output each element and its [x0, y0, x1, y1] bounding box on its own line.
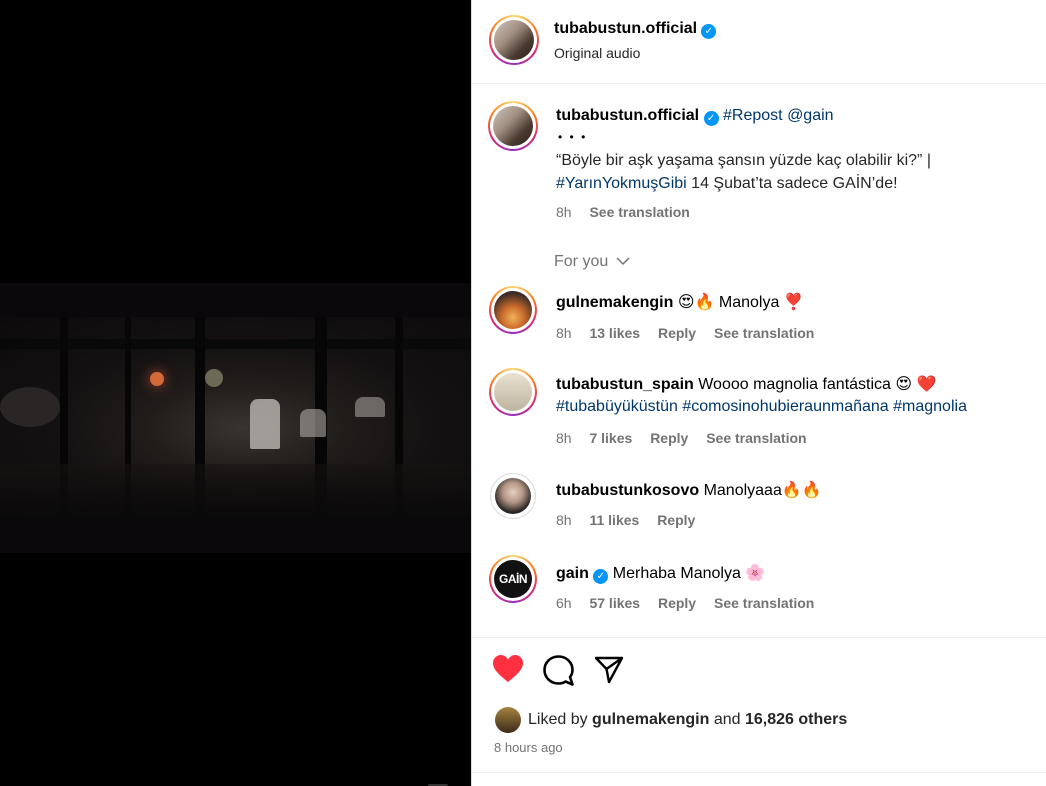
- video-player[interactable]: [0, 0, 471, 786]
- comment-text: Manolyaaa🔥🔥: [703, 482, 822, 499]
- liked-by-user[interactable]: gulnemakengin: [592, 711, 709, 728]
- heart-icon[interactable]: [492, 654, 524, 684]
- caption-dots: • • •: [558, 130, 588, 144]
- caption-avatar[interactable]: [488, 101, 538, 151]
- comment-text: Merhaba Manolya 🌸: [612, 565, 766, 582]
- verified-icon: ✓: [703, 111, 719, 126]
- video-frame: [0, 317, 471, 519]
- comment-time[interactable]: 8h: [556, 512, 572, 528]
- comment-likes[interactable]: 57 likes: [589, 595, 640, 611]
- caption-time[interactable]: 8h: [556, 204, 572, 220]
- caption-line-2: 14 Şubat’ta sadece GAİN’de!: [686, 175, 898, 192]
- verified-icon: ✓: [593, 569, 609, 584]
- comment-likes[interactable]: 11 likes: [589, 512, 639, 528]
- filter-label: For you: [554, 253, 609, 270]
- reply-button[interactable]: Reply: [658, 325, 696, 341]
- comment-input-divider: [472, 772, 1046, 773]
- post-timestamp[interactable]: 8 hours ago: [494, 740, 563, 755]
- comment-time[interactable]: 6h: [556, 595, 572, 611]
- liked-by-and: and: [709, 711, 745, 728]
- comment-text: Woooo magnolia fantástica 😍 ❤️: [698, 376, 937, 393]
- liked-by: Liked by gulnemakengin and 16,826 others: [528, 711, 847, 729]
- caption-hashtag[interactable]: #YarınYokmuşGibi: [556, 175, 687, 192]
- reply-button[interactable]: Reply: [650, 430, 688, 446]
- commenter-avatar[interactable]: GAİN: [489, 555, 537, 603]
- reply-button[interactable]: Reply: [658, 595, 696, 611]
- author-username[interactable]: tubabustun.official: [554, 20, 697, 37]
- commenter-avatar[interactable]: [489, 368, 537, 416]
- repost-hashtag[interactable]: #Repost: [723, 107, 783, 124]
- commenter-username[interactable]: tubabustunkosovo: [556, 482, 699, 499]
- caption-username[interactable]: tubabustun.official: [556, 107, 699, 124]
- verified-icon: ✓: [701, 24, 717, 39]
- comment-likes[interactable]: 13 likes: [589, 325, 640, 341]
- liker-avatar[interactable]: [495, 707, 521, 733]
- share-icon[interactable]: [594, 656, 624, 684]
- see-translation-button[interactable]: See translation: [714, 325, 814, 341]
- see-translation-button[interactable]: See translation: [706, 430, 806, 446]
- commenter-username[interactable]: gulnemakengin: [556, 294, 673, 311]
- comment-icon[interactable]: [543, 655, 574, 686]
- liked-by-prefix: Liked by: [528, 711, 593, 728]
- audio-link[interactable]: Original audio: [554, 45, 640, 61]
- caption-line-1: “Böyle bir aşk yaşama şansın yüzde kaç o…: [556, 152, 931, 169]
- liked-by-others[interactable]: 16,826 others: [745, 711, 847, 728]
- gain-logo: GAİN: [494, 560, 532, 598]
- post-sidebar: tubabustun.official ✓ Original audio tub…: [472, 0, 1046, 786]
- commenter-username[interactable]: tubabustun_spain: [556, 376, 694, 393]
- see-translation-button[interactable]: See translation: [714, 595, 814, 611]
- actions-divider: [472, 637, 1046, 638]
- comment-time[interactable]: 8h: [556, 430, 572, 446]
- commenter-avatar[interactable]: [490, 473, 536, 519]
- post-header: tubabustun.official ✓ Original audio: [472, 0, 1046, 84]
- comment-likes[interactable]: 7 likes: [589, 430, 632, 446]
- caption-see-translation[interactable]: See translation: [589, 204, 689, 220]
- repost-mention[interactable]: @gain: [787, 107, 834, 124]
- comment-text: 😍🔥 Manolya ❣️: [677, 294, 804, 311]
- commenter-username[interactable]: gain: [556, 565, 589, 582]
- comment-hashtags[interactable]: #tubabüyüküstün #comosinohubieraunmañana…: [556, 398, 967, 416]
- comment-filter[interactable]: For you: [554, 253, 630, 271]
- chevron-down-icon: [616, 257, 630, 266]
- reply-button[interactable]: Reply: [657, 512, 695, 528]
- comment-time[interactable]: 8h: [556, 325, 572, 341]
- author-avatar[interactable]: [489, 15, 539, 65]
- commenter-avatar[interactable]: [489, 286, 537, 334]
